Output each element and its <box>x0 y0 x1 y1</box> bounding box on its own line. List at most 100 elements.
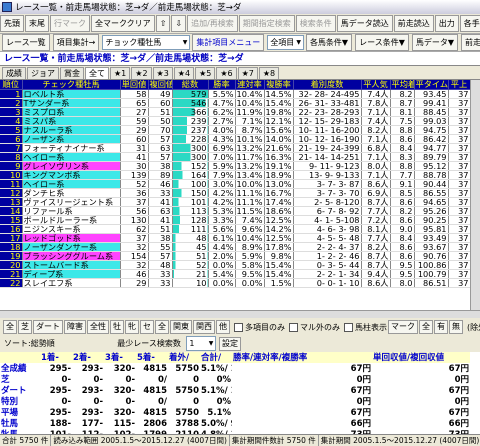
tab-8[interactable]: ★5 <box>195 67 216 79</box>
column-header[interactable]: チェック種牡馬 <box>22 80 121 90</box>
toolbar-button-4[interactable]: ⇧ <box>155 15 171 32</box>
grid-horizontal-scrollbar[interactable] <box>0 310 480 318</box>
table-row[interactable]: 2 Tサンダー系 65 60 546 4.7% 10.4% 15.4% 26- 31- 33-4… <box>0 98 471 108</box>
table-row[interactable]: 8 ヘイロー系 41 57 300 7.0% 11.7% 16.3% 21- 14- 14-25… <box>0 152 471 162</box>
tab-4[interactable]: ★1 <box>110 67 131 79</box>
column-header[interactable]: 着別度数 <box>293 80 362 90</box>
tab-9[interactable]: ★6 <box>216 67 237 79</box>
column-header[interactable]: 平人気 <box>361 80 391 90</box>
table-row[interactable]: 3 ミスプロ系 27 51 366 6.2% 11.9% 19.8% 22- 23- 28-29… <box>0 107 471 117</box>
tab-1[interactable]: ジョア <box>27 67 59 79</box>
toolbar-button-5[interactable]: ⇩ <box>171 15 187 32</box>
filter-button-4[interactable]: 全性 <box>87 320 109 334</box>
sire-select[interactable]: チョック種牡馬 <box>102 35 191 50</box>
race-list-button[interactable]: レース一覧 <box>2 34 50 51</box>
tab-10[interactable]: ★7 <box>237 67 258 79</box>
tab-11[interactable]: ★8 <box>258 67 280 79</box>
filter-button-15[interactable]: マーク <box>388 320 418 334</box>
toolbar-button-6[interactable]: 追加/再検索 <box>187 15 238 32</box>
horse-data-button[interactable]: 馬データ▼ <box>411 34 459 51</box>
toolbar-button-9[interactable]: 馬データ読込 <box>336 15 393 32</box>
toolbar-button-11[interactable]: 出力 <box>434 15 459 32</box>
checkbox-14[interactable]: 馬柱表示 <box>344 322 387 333</box>
table-row[interactable]: 5 ナスルーラ系 29 70 237 4.0% 8.7% 15.6% 10- 11- 16-20… <box>0 125 471 135</box>
filter-button-0[interactable]: 全 <box>3 320 17 334</box>
set-button[interactable]: 設定 <box>218 337 241 351</box>
table-row[interactable]: 14 リファール系 56 63 113 5.3% 11.5% 18.6% 6- 7- 8- 92… <box>0 206 471 216</box>
table-row[interactable]: 11 ヘイロー系 52 46 100 3.0% 10.0% 13.0% 3- 7- 3- 87 8… <box>0 179 471 189</box>
column-header[interactable]: 勝率 <box>208 80 236 90</box>
filter-button-9[interactable]: 関東 <box>170 320 192 334</box>
tab-2[interactable]: 賞金 <box>60 67 84 79</box>
column-header[interactable]: 平タイム <box>414 80 449 90</box>
filter-button-16[interactable]: 全 <box>419 320 433 334</box>
tab-5[interactable]: ★2 <box>131 67 152 79</box>
table-cell: 37 <box>448 89 471 99</box>
checkbox-box[interactable] <box>234 322 243 332</box>
race-condition-button[interactable]: レース条件▼ <box>355 34 409 51</box>
filter-button-7[interactable]: セ <box>140 320 154 334</box>
filter-button-11[interactable]: 他 <box>216 320 230 334</box>
toolbar-button-12[interactable]: 各手順 <box>459 15 480 32</box>
table-cell: 10.4% <box>235 233 265 243</box>
checkbox-12[interactable]: 多項目のみ <box>234 322 285 333</box>
filter-button-18[interactable]: 無 <box>449 320 463 334</box>
table-row[interactable]: 6 ノーザン系 60 57 228 4.3% 10.1% 14.0% 10- 12- 16-19… <box>0 134 471 144</box>
table-row[interactable]: 16 ニジンスキー系 62 51 111 5.6% 9.6% 14.2% 4- 6- 3- 98… <box>0 224 471 234</box>
toolbar-button-3[interactable]: 全マーククリア <box>91 15 155 32</box>
column-header[interactable]: 複回値 <box>148 80 173 90</box>
toolbar-button-2[interactable]: 行マーク <box>50 15 90 32</box>
filter-button-2[interactable]: ダート <box>33 320 63 334</box>
filter-button-1[interactable]: 芝 <box>18 320 32 334</box>
toolbar-button-10[interactable]: 前走読込 <box>393 15 434 32</box>
sire-name-cell: ヴァイスリージェント系 <box>22 197 121 207</box>
toolbar-button-0[interactable]: 先頭 <box>0 15 24 32</box>
column-header[interactable]: 順位 <box>0 80 23 90</box>
checkbox-box[interactable] <box>344 322 353 332</box>
column-header[interactable]: 単回値 <box>120 80 149 90</box>
sire-name-cell: リファール系 <box>22 206 121 216</box>
filter-button-10[interactable]: 関西 <box>193 320 215 334</box>
column-header[interactable]: 総数 <box>172 80 209 90</box>
summary-menu-button[interactable]: 集計項目メニュー <box>192 34 265 51</box>
tab-6[interactable]: ★3 <box>152 67 173 79</box>
table-row[interactable]: 20 ストームバード系 32 48 52 0.0% 5.8% 15.4% 0- 3- 5- 44… <box>0 260 471 270</box>
tab-3[interactable]: 全て <box>85 67 109 79</box>
all-items-select[interactable]: 全項目 <box>267 35 304 50</box>
filter-button-3[interactable]: 障害 <box>64 320 86 334</box>
filter-button-17[interactable]: 有 <box>434 320 448 334</box>
table-row[interactable]: 4 ミスパ系 59 50 239 2.7% 7.1% 12.1% 12- 15- 29-183 7… <box>0 116 471 126</box>
table-row[interactable]: 1 ロベルト系 58 49 579 5.5% 10.4% 14.5% 32- 28- 24-49… <box>0 89 471 99</box>
toolbar-button-1[interactable]: 末尾 <box>25 15 49 32</box>
filter-button-8[interactable]: 全 <box>155 320 169 334</box>
filter-button-6[interactable]: 牝 <box>125 320 139 334</box>
checkbox-13[interactable]: マル外のみ <box>289 322 340 333</box>
tab-0[interactable]: 成績 <box>2 67 26 79</box>
table-row[interactable]: 17 レッドゴッド系 37 38 48 6.1% 10.4% 12.5% 4- 5- 5- 48… <box>0 233 471 243</box>
table-row[interactable]: 15 ボールドルーラー系 130 41 128 3.3% 7.4% 12.5% 4- 1- 5-… <box>0 215 471 225</box>
table-row[interactable]: 22 スレイエフ系 29 33 10 0.0% 0.0% 1.5% 0- 0- 1- 10 8.6… <box>0 278 471 288</box>
checkbox-box[interactable] <box>289 322 298 332</box>
column-header[interactable]: 平上 <box>448 80 471 90</box>
field-summary-button[interactable]: 項目集計→ <box>52 34 100 51</box>
table-row[interactable]: 10 キングマンボ系 139 89 164 7.9% 13.4% 18.9% 13- 9- 9-… <box>0 170 471 180</box>
toolbar-button-8[interactable]: 検索条件 <box>295 15 336 32</box>
table-row[interactable]: 18 ノーザンダンサー系 32 55 45 4.4% 8.9% 17.8% 2- 2- 4- 3… <box>0 242 471 252</box>
table-row[interactable]: 7 フォーティナイナー系 31 63 300 6.9% 13.2% 21.6% 21- 19- … <box>0 143 471 153</box>
min-races-select[interactable]: 1 <box>186 336 217 351</box>
column-header[interactable]: 連対率 <box>235 80 265 90</box>
filter-button-5[interactable]: 牡 <box>110 320 124 334</box>
table-row[interactable]: 21 ディープ系 46 33 21 5.4% 9.5% 15.4% 2- 2- 1- 34 9.4… <box>0 269 471 279</box>
table-row[interactable]: 13 ヴァイスリージェント系 37 41 101 4.2% 11.1% 17.4% 2- 5- … <box>0 197 471 207</box>
toolbar-button-7[interactable]: 期間指定検索 <box>238 15 295 32</box>
table-cell: 7.8人 <box>361 98 391 108</box>
column-header[interactable]: 複勝率 <box>264 80 294 90</box>
tab-7[interactable]: ★4 <box>173 67 195 79</box>
table-row[interactable]: 9 グレイソヴリン系 30 38 152 5.9% 13.2% 19.1% 9- 11- 9-1… <box>0 161 471 171</box>
horse-condition-button[interactable]: 各馬条件▼ <box>305 34 353 51</box>
table-row[interactable]: 19 ブラッシンググルーム系 154 57 51 2.0% 5.9% 9.8% 1- 2- 2-… <box>0 251 471 261</box>
prev-race-button[interactable]: 前走項目▼ <box>461 34 480 51</box>
grid-vertical-scrollbar[interactable] <box>470 80 480 310</box>
table-row[interactable]: 12 ダンチヒ系 36 33 150 4.2% 11.1% 16.7% 3- 7- 3- 70 6… <box>0 188 471 198</box>
column-header[interactable]: 平均着 <box>390 80 415 90</box>
